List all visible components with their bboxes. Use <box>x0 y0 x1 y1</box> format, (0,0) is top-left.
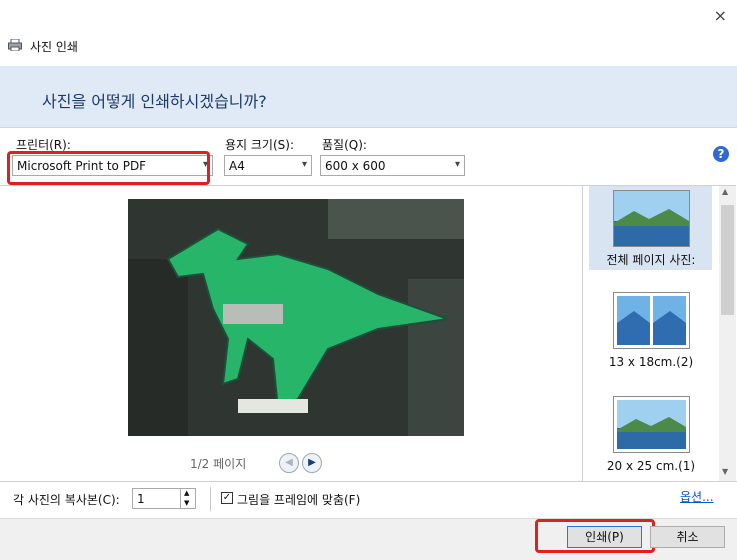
layout-label-13x18: 13 x 18cm.(2) <box>608 355 694 369</box>
paper-size-select[interactable]: A4 ▾ <box>224 155 312 176</box>
copies-label: 각 사진의 복사본(C): <box>13 493 120 507</box>
window-title: 사진 인쇄 <box>30 40 78 54</box>
scroll-up-icon[interactable]: ▲ <box>722 187 728 196</box>
paper-size-value: A4 <box>229 159 245 173</box>
two-photos-icon <box>614 293 689 348</box>
chevron-down-icon: ▾ <box>301 159 307 170</box>
stepper-up-icon[interactable]: ▲ <box>184 489 189 497</box>
layout-thumb-20x25[interactable] <box>613 396 690 453</box>
layout-thumb-13x18[interactable] <box>613 292 690 349</box>
help-icon[interactable]: ? <box>713 146 729 162</box>
cancel-button[interactable]: 취소 <box>650 526 725 548</box>
quality-label: 품질(Q): <box>322 138 367 152</box>
close-icon[interactable]: × <box>714 6 727 25</box>
options-link[interactable]: 옵션... <box>680 488 714 505</box>
fit-picture-checkbox[interactable]: ✓ <box>221 492 233 504</box>
fit-picture-label: 그림을 프레임에 맞춤(F) <box>237 493 361 507</box>
title-bar <box>0 0 737 66</box>
banner-question: 사진을 어떻게 인쇄하시겠습니까? <box>42 92 267 111</box>
paper-size-label: 용지 크기(S): <box>225 138 294 152</box>
previous-page-button[interactable]: ◀ <box>279 453 299 473</box>
layout-label-full-page: 전체 페이지 사진: <box>606 253 696 267</box>
scrollbar-thumb[interactable] <box>721 205 734 315</box>
scroll-down-icon[interactable]: ▼ <box>722 467 728 476</box>
page-indicator: 1/2 페이지 <box>190 457 247 471</box>
dinosaur-photo-preview <box>128 199 464 436</box>
layout-label-20x25: 20 x 25 cm.(1) <box>606 459 696 473</box>
copies-stepper[interactable]: ▲ ▼ <box>181 488 196 509</box>
quality-value: 600 x 600 <box>325 159 386 173</box>
chevron-down-icon: ▾ <box>454 159 460 170</box>
copies-value: 1 <box>137 492 145 506</box>
copies-input[interactable]: 1 <box>132 488 181 509</box>
stepper-down-icon[interactable]: ▼ <box>184 499 189 507</box>
layout-thumb-full-page[interactable] <box>613 190 690 247</box>
landscape-image-icon <box>614 397 689 452</box>
quality-select[interactable]: 600 x 600 ▾ <box>320 155 465 176</box>
next-page-button[interactable]: ▶ <box>302 453 322 473</box>
printer-highlight <box>7 151 210 185</box>
printer-icon <box>8 39 22 51</box>
print-highlight <box>535 519 655 553</box>
landscape-image-icon <box>614 191 689 246</box>
divider <box>210 487 211 511</box>
